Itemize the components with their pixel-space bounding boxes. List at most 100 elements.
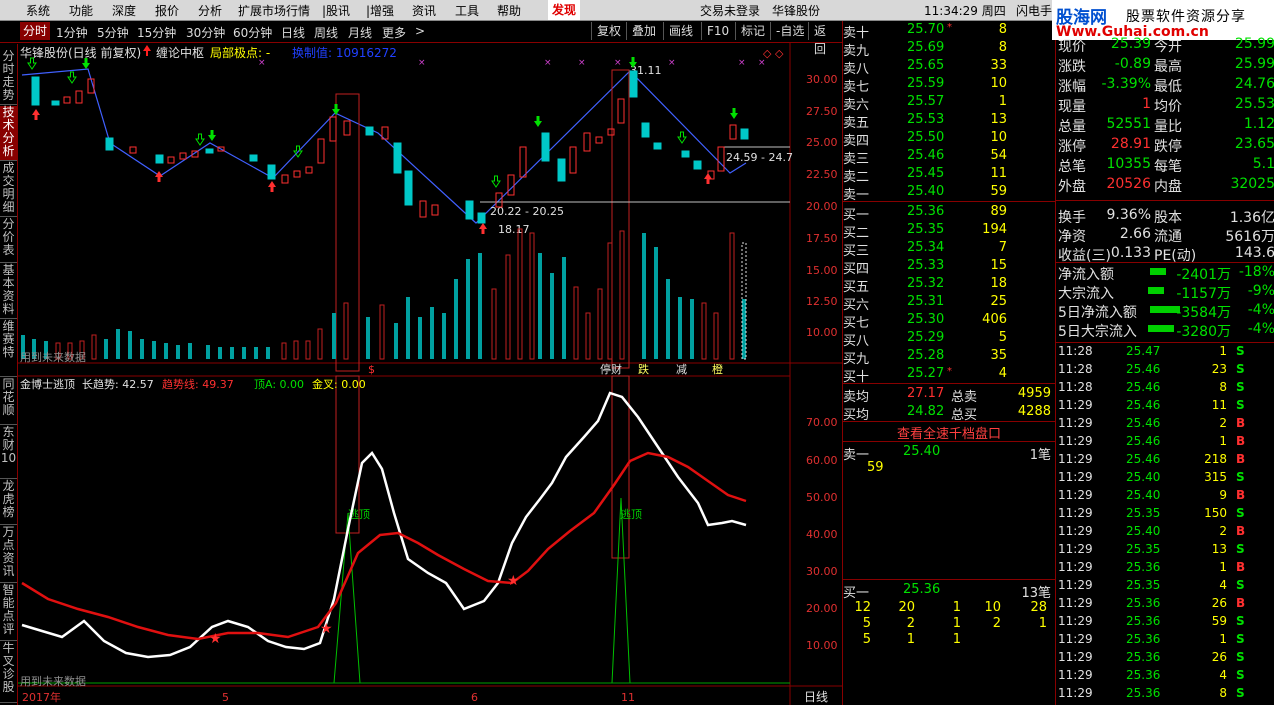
- ask-row[interactable]: 卖二 25.45 11: [843, 165, 1055, 185]
- side-tab-wst[interactable]: 维赛特: [0, 320, 17, 377]
- level-volume: 406: [982, 312, 1007, 327]
- flash-trade-button[interactable]: 闪电手: [1016, 2, 1052, 19]
- tick-row[interactable]: 11:29 25.35 150 S: [1056, 504, 1274, 522]
- tab-period-15min[interactable]: 15分钟: [137, 24, 176, 41]
- arrow-up-icon: [143, 45, 151, 56]
- side-tab-intraday[interactable]: 分时走势: [0, 50, 17, 105]
- menu-item-analysis[interactable]: 分析: [198, 2, 222, 19]
- level-volume: 54: [990, 148, 1007, 163]
- menu-item-help[interactable]: 帮助: [497, 2, 521, 19]
- cross-markers: ★ ★ ★: [209, 573, 520, 647]
- chevron-right-icon[interactable]: >: [415, 24, 425, 38]
- bid-row[interactable]: 买六 25.31 25: [843, 293, 1055, 313]
- quote-row: 净资 2.66 流通 5616万: [1058, 226, 1274, 245]
- tick-row[interactable]: 11:29 25.35 4 S: [1056, 576, 1274, 594]
- back-button[interactable]: 返回: [808, 22, 842, 56]
- tick-row[interactable]: 11:29 25.40 315 S: [1056, 468, 1274, 486]
- bid-row[interactable]: 买九 25.28 35: [843, 347, 1055, 367]
- draw-line-button[interactable]: 画线: [663, 22, 698, 40]
- bid-row[interactable]: 买一 25.36 89: [843, 203, 1055, 223]
- menu-item-system[interactable]: 系统: [26, 2, 50, 19]
- side-tab-review[interactable]: 智能点评: [0, 584, 17, 641]
- bid-row[interactable]: 买三 25.34 7: [843, 239, 1055, 259]
- window-controls-icon[interactable]: ◇ ◇: [763, 47, 784, 60]
- login-status[interactable]: 交易未登录: [700, 2, 760, 19]
- tick-row[interactable]: 11:29 25.35 13 S: [1056, 540, 1274, 558]
- side-tab-dragon-tiger[interactable]: 龙虎榜: [0, 480, 17, 525]
- ask-row[interactable]: 卖六 25.57 1: [843, 93, 1055, 113]
- full-depth-button[interactable]: 查看全速千档盘口: [843, 423, 1055, 442]
- order-size: 1: [952, 600, 961, 615]
- tick-row[interactable]: 11:29 25.36 4 S: [1056, 666, 1274, 684]
- order-size: 20: [898, 600, 915, 615]
- tab-period-intraday[interactable]: 分时: [20, 22, 51, 40]
- tab-period-weekly[interactable]: 周线: [314, 24, 338, 41]
- mark-button[interactable]: 标记: [735, 22, 770, 40]
- ask-row[interactable]: 卖四 25.50 10: [843, 129, 1055, 149]
- tab-period-monthly[interactable]: 月线: [348, 24, 372, 41]
- tick-row[interactable]: 11:28 25.46 8 S: [1056, 378, 1274, 396]
- ask-row[interactable]: 卖八 25.65 33: [843, 57, 1055, 77]
- svg-text:×: ×: [614, 58, 622, 68]
- menu-item-stock-news[interactable]: |股讯: [322, 2, 350, 19]
- tick-row[interactable]: 11:29 25.46 11 S: [1056, 396, 1274, 414]
- menu-item-enhance[interactable]: |增强: [366, 2, 394, 19]
- menu-item-info[interactable]: 资讯: [412, 2, 436, 19]
- tick-row[interactable]: 11:29 25.36 1 S: [1056, 630, 1274, 648]
- bid-row[interactable]: 买二 25.35 194: [843, 221, 1055, 241]
- tick-row[interactable]: 11:29 25.36 59 S: [1056, 612, 1274, 630]
- menu-item-function[interactable]: 功能: [69, 2, 93, 19]
- tick-row[interactable]: 11:29 25.40 2 B: [1056, 522, 1274, 540]
- bid-row[interactable]: 买七 25.30 406: [843, 311, 1055, 331]
- tab-period-daily[interactable]: 日线: [281, 24, 305, 41]
- side-tab-basic-info[interactable]: 基本资料: [0, 264, 17, 319]
- tick-row[interactable]: 11:29 25.46 218 B: [1056, 450, 1274, 468]
- menu-item-discover[interactable]: 发现: [548, 0, 581, 20]
- tick-row[interactable]: 11:29 25.36 8 S: [1056, 684, 1274, 702]
- tick-row[interactable]: 11:29 25.46 2 B: [1056, 414, 1274, 432]
- side-tab-news[interactable]: 万点资讯: [0, 526, 17, 583]
- side-tab-ths[interactable]: 同花顺: [0, 378, 17, 425]
- ask-row[interactable]: 卖七 25.59 10: [843, 75, 1055, 95]
- menu-item-depth[interactable]: 深度: [112, 2, 136, 19]
- tab-period-60min[interactable]: 60分钟: [233, 24, 272, 41]
- tab-period-5min[interactable]: 5分钟: [97, 24, 129, 41]
- side-tab-deals[interactable]: 成交明细: [0, 162, 17, 217]
- add-watchlist-button[interactable]: -自选: [770, 22, 809, 40]
- quote-row: 外盘 20526 内盘 32025: [1058, 176, 1274, 195]
- tick-row[interactable]: 11:28 25.47 1 S: [1056, 342, 1274, 360]
- bid-row[interactable]: 买五 25.32 18: [843, 275, 1055, 295]
- f10-button[interactable]: F10: [701, 22, 734, 40]
- tick-row[interactable]: 11:29 25.36 26 B: [1056, 594, 1274, 612]
- tick-row[interactable]: 11:28 25.46 23 S: [1056, 360, 1274, 378]
- bid-row[interactable]: 买四 25.33 15: [843, 257, 1055, 277]
- level-volume: 5: [998, 330, 1007, 345]
- side-tab-diagnose[interactable]: 牛叉诊股: [0, 642, 17, 703]
- bid-row[interactable]: 买十 25.27 * 4: [843, 365, 1055, 385]
- menu-item-extended-market[interactable]: 扩展市场行情: [238, 2, 310, 19]
- tab-period-30min[interactable]: 30分钟: [186, 24, 225, 41]
- logo-subtitle: 股票软件资源分享: [1126, 9, 1246, 25]
- tick-row[interactable]: 11:29 25.40 9 B: [1056, 486, 1274, 504]
- tick-row[interactable]: 11:29 25.46 1 B: [1056, 432, 1274, 450]
- adjust-button[interactable]: 复权: [591, 22, 626, 40]
- side-tab-price-table[interactable]: 分价表: [0, 218, 17, 263]
- ask-row[interactable]: 卖九 25.69 8: [843, 39, 1055, 59]
- indicator-name: 金博士逃顶: [20, 377, 75, 391]
- ask-row[interactable]: 卖十 25.70 * 8: [843, 21, 1055, 41]
- bid-row[interactable]: 买八 25.29 5: [843, 329, 1055, 349]
- side-tab-eastmoney[interactable]: 东财10: [0, 426, 17, 479]
- menu-item-tools[interactable]: 工具: [455, 2, 479, 19]
- tab-period-more[interactable]: 更多: [382, 24, 406, 41]
- kline-chart[interactable]: 30.00 27.50 25.00 22.50 20.00 17.50 15.0…: [18, 43, 842, 705]
- tick-row[interactable]: 11:29 25.36 1 B: [1056, 558, 1274, 576]
- ask-row[interactable]: 卖五 25.53 13: [843, 111, 1055, 131]
- long-trend-value: 长趋势: 42.57: [82, 378, 154, 391]
- ask-row[interactable]: 卖一 25.40 59: [843, 183, 1055, 203]
- overlay-button[interactable]: 叠加: [626, 22, 661, 40]
- tick-row[interactable]: 11:29 25.36 26 S: [1056, 648, 1274, 666]
- side-tab-technical[interactable]: 技术分析: [0, 106, 17, 161]
- ask-row[interactable]: 卖三 25.46 54: [843, 147, 1055, 167]
- tab-period-1min[interactable]: 1分钟: [56, 24, 88, 41]
- menu-item-quote[interactable]: 报价: [155, 2, 179, 19]
